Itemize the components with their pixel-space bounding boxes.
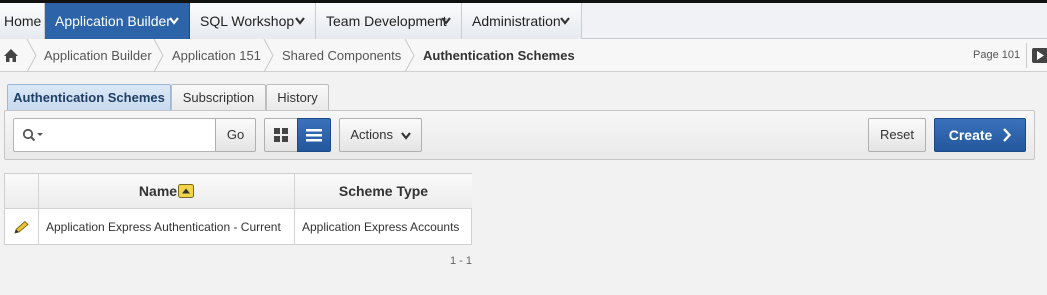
tab-subscription[interactable]: Subscription — [171, 84, 266, 111]
play-icon — [1037, 51, 1044, 60]
chevron-right-icon — [1003, 128, 1012, 143]
nav-home-label: Home — [4, 13, 42, 29]
pagination-range: 1 - 1 — [450, 255, 473, 267]
top-navigation: Home Application Builder SQL Workshop Te… — [0, 3, 1047, 39]
search-icon[interactable] — [22, 128, 44, 142]
nav-administration-label: Administration — [472, 13, 561, 29]
divider — [1026, 43, 1027, 68]
reset-button-label: Reset — [880, 127, 914, 142]
table-row — [5, 210, 38, 245]
nav-sql-workshop-label: SQL Workshop — [200, 13, 295, 29]
chevron-down-icon — [441, 17, 451, 25]
tab-history-label: History — [277, 90, 318, 105]
search-input[interactable] — [46, 119, 211, 151]
tab-authentication-schemes-label: Authentication Schemes — [13, 90, 165, 105]
nav-administration[interactable]: Administration — [462, 3, 582, 39]
breadcrumb-separator — [263, 39, 274, 72]
column-divider — [294, 174, 295, 245]
search-field[interactable] — [13, 118, 216, 152]
breadcrumb: Application Builder Application 151 Shar… — [0, 39, 1047, 72]
chevron-down-icon — [560, 17, 570, 25]
nav-sql-workshop[interactable]: SQL Workshop — [190, 3, 316, 39]
actions-menu-button[interactable]: Actions — [339, 118, 422, 152]
column-divider — [38, 174, 39, 245]
tab-subscription-label: Subscription — [182, 90, 255, 105]
create-button-label: Create — [948, 127, 993, 143]
column-header-scheme-type-label: Scheme Type — [338, 183, 429, 199]
breadcrumb-shared-components[interactable]: Shared Components — [282, 39, 401, 72]
grid-view-icon — [274, 128, 288, 142]
nav-application-builder-label: Application Builder — [55, 13, 171, 29]
grid-view-button[interactable] — [264, 118, 298, 152]
tab-authentication-schemes[interactable]: Authentication Schemes — [7, 84, 171, 112]
edit-column-header — [5, 174, 38, 209]
edit-pencil-icon[interactable] — [13, 220, 30, 235]
home-icon[interactable] — [3, 48, 19, 63]
nav-team-development[interactable]: Team Development — [316, 3, 462, 39]
breadcrumb-separator — [153, 39, 164, 72]
sort-ascending-icon — [178, 183, 195, 198]
chevron-down-icon — [169, 17, 179, 25]
list-view-icon — [306, 129, 322, 142]
go-button[interactable]: Go — [215, 118, 256, 152]
nav-team-development-label: Team Development — [326, 13, 447, 29]
actions-label: Actions — [350, 127, 393, 142]
run-page-button[interactable] — [1032, 48, 1047, 63]
breadcrumb-current: Authentication Schemes — [423, 48, 575, 63]
go-button-label: Go — [226, 127, 245, 142]
create-button[interactable]: Create — [934, 118, 1026, 152]
column-header-scheme-type[interactable]: Scheme Type — [295, 174, 472, 209]
chevron-down-icon — [295, 17, 305, 25]
list-view-button[interactable] — [297, 118, 331, 152]
cell-name: Application Express Authentication - Cur… — [46, 220, 281, 234]
tab-history[interactable]: History — [266, 84, 329, 111]
cell-scheme-type: Application Express Accounts — [302, 220, 460, 234]
page-number: Page 101 — [973, 49, 1021, 61]
nav-application-builder[interactable]: Application Builder — [45, 3, 190, 39]
reset-button[interactable]: Reset — [868, 118, 926, 152]
breadcrumb-application-builder[interactable]: Application Builder — [44, 39, 152, 72]
breadcrumb-separator — [404, 39, 415, 72]
column-header-name-label: Name — [138, 183, 178, 199]
breadcrumb-application-151[interactable]: Application 151 — [172, 39, 261, 72]
column-header-name[interactable]: Name — [39, 174, 294, 209]
report-table: Name Scheme Type Application Express Aut… — [4, 173, 472, 245]
nav-home[interactable]: Home — [0, 3, 45, 39]
breadcrumb-separator — [26, 39, 37, 72]
chevron-down-icon — [400, 131, 411, 140]
